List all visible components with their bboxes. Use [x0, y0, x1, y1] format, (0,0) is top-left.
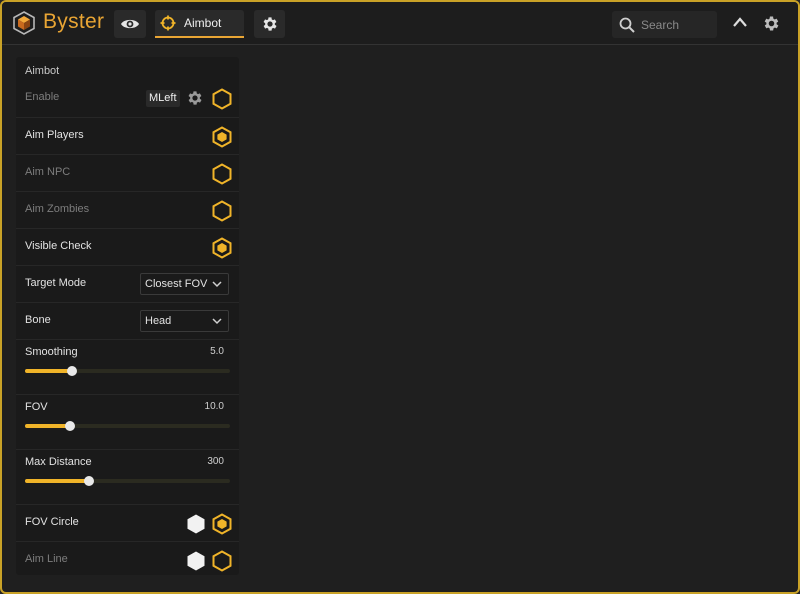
- gear-icon: [764, 16, 779, 31]
- enable-toggle[interactable]: [212, 88, 232, 110]
- fov-label: FOV: [25, 401, 48, 413]
- target-mode-label: Target Mode: [25, 277, 87, 289]
- aim-line-label: Aim Line: [25, 553, 68, 565]
- row-fov: FOV 10.0: [16, 394, 239, 449]
- fov-slider-fill: [25, 424, 71, 428]
- bone-label: Bone: [25, 314, 51, 326]
- max-distance-slider[interactable]: [25, 476, 230, 486]
- target-mode-select[interactable]: Closest FOV: [140, 273, 229, 295]
- row-aim-line: Aim Line: [16, 541, 239, 578]
- tab-aimbot-label: Aimbot: [184, 16, 222, 30]
- max-distance-slider-thumb[interactable]: [83, 476, 94, 486]
- aim-npc-toggle[interactable]: [212, 163, 232, 185]
- row-smoothing: Smoothing 5.0: [16, 339, 239, 394]
- logo-icon: [13, 11, 35, 35]
- gear-icon: [263, 17, 277, 31]
- aim-zombies-label: Aim Zombies: [25, 203, 90, 215]
- aim-npc-label: Aim NPC: [25, 166, 71, 178]
- search-input[interactable]: [639, 16, 713, 33]
- row-aim-npc: Aim NPC: [16, 154, 239, 191]
- aimbot-panel: Aimbot Enable MLeft Aim Players Aim NPC …: [16, 57, 239, 575]
- row-aim-players: Aim Players: [16, 117, 239, 154]
- crosshair-icon: [160, 15, 176, 31]
- aim-zombies-toggle[interactable]: [212, 200, 232, 222]
- search-icon: [619, 17, 635, 33]
- search-box[interactable]: [612, 11, 717, 38]
- collapse-button[interactable]: [732, 15, 748, 29]
- smoothing-value: 5.0: [210, 346, 224, 357]
- tab-settings[interactable]: [254, 10, 285, 38]
- panel-title: Aimbot: [25, 65, 60, 77]
- max-distance-slider-fill: [25, 479, 89, 483]
- app-name: Byster: [43, 10, 105, 33]
- gear-icon[interactable]: [186, 89, 204, 107]
- smoothing-slider-fill: [25, 369, 73, 373]
- tab-visuals[interactable]: [114, 10, 146, 38]
- fov-circle-color-swatch[interactable]: [186, 513, 206, 535]
- aim-line-color-swatch[interactable]: [186, 550, 206, 572]
- visible-check-toggle[interactable]: [212, 237, 232, 259]
- title-bar: Byster Aimbot: [2, 2, 798, 45]
- target-mode-value: Closest FOV: [145, 278, 208, 290]
- aim-line-toggle[interactable]: [212, 550, 232, 572]
- smoothing-slider-thumb[interactable]: [67, 366, 78, 376]
- max-distance-value: 300: [207, 456, 224, 467]
- smoothing-label: Smoothing: [25, 346, 78, 358]
- enable-label: Enable: [25, 91, 60, 103]
- aim-players-toggle[interactable]: [212, 126, 232, 148]
- row-bone: Bone Head: [16, 302, 239, 339]
- row-aim-zombies: Aim Zombies: [16, 191, 239, 228]
- eye-icon: [121, 19, 139, 29]
- tab-aimbot[interactable]: Aimbot: [155, 10, 244, 38]
- chevron-down-icon: [212, 281, 222, 288]
- smoothing-slider[interactable]: [25, 366, 230, 376]
- fov-circle-label: FOV Circle: [25, 516, 79, 528]
- max-distance-label: Max Distance: [25, 456, 92, 468]
- app-window: Byster Aimbot Search Aimbot Enable MLeft…: [0, 0, 800, 594]
- bone-value: Head: [145, 315, 172, 327]
- visible-check-label: Visible Check: [25, 240, 92, 252]
- fov-value: 10.0: [204, 401, 224, 412]
- row-fov-circle: FOV Circle: [16, 504, 239, 541]
- chevron-down-icon: [212, 318, 222, 325]
- window-settings-button[interactable]: [762, 14, 781, 33]
- row-target-mode: Target Mode Closest FOV: [16, 265, 239, 302]
- fov-slider-thumb[interactable]: [65, 421, 76, 431]
- fov-circle-toggle[interactable]: [212, 513, 232, 535]
- keybind-button[interactable]: MLeft: [146, 90, 180, 107]
- aim-players-label: Aim Players: [25, 129, 84, 141]
- row-visible-check: Visible Check: [16, 228, 239, 265]
- fov-slider[interactable]: [25, 421, 230, 431]
- row-enable: Enable MLeft: [16, 80, 239, 117]
- chevron-up-icon: [733, 17, 747, 27]
- row-max-distance: Max Distance 300: [16, 449, 239, 504]
- bone-select[interactable]: Head: [140, 310, 229, 332]
